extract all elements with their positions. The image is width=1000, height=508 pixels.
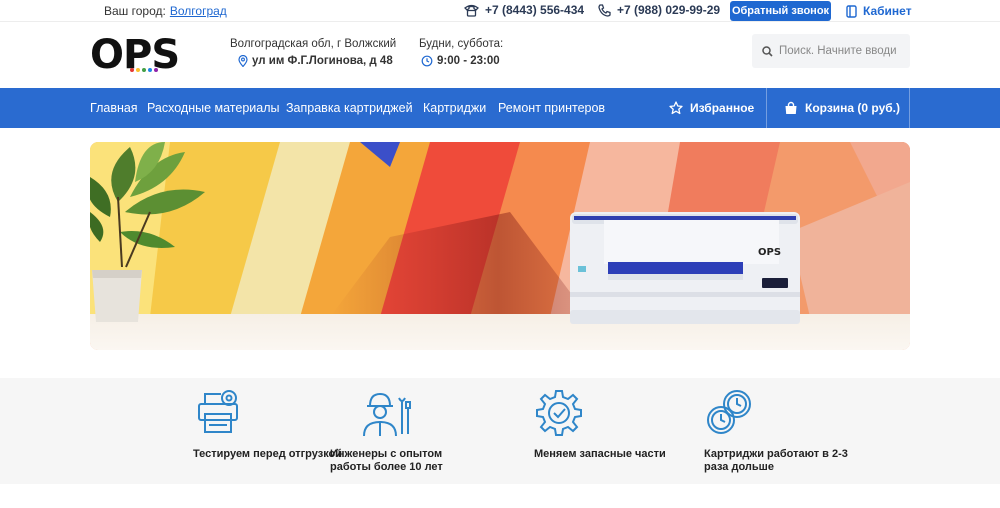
feature-engineers: Инженеры с опытом работы более 10 лет — [330, 378, 480, 484]
phone-1[interactable]: +7 (8443) 556-434 — [464, 3, 584, 17]
hours-days: Будни, суббота: — [419, 38, 504, 50]
svg-text:OPS: OPS — [90, 34, 179, 74]
printer-illustration: OPS — [570, 212, 800, 324]
address-street-text: ул им Ф.Г.Логинова, д 48 — [252, 55, 393, 67]
favorites-label: Избранное — [690, 101, 755, 115]
store-address: Волгоградская обл, г Волжский ул им Ф.Г.… — [230, 38, 396, 67]
main-nav: Главная Расходные материалы Заправка кар… — [0, 88, 1000, 128]
site-header: OPS Волгоградская обл, г Волжский ул им … — [0, 22, 1000, 88]
ops-logo[interactable]: OPS — [90, 34, 188, 74]
phone-2-number: +7 (988) 029-99-29 — [617, 3, 721, 17]
address-region: Волгоградская обл, г Волжский — [230, 38, 397, 50]
features-strip: Тестируем перед отгрузкой Инженеры с опы… — [0, 378, 1000, 484]
phone-2[interactable]: +7 (988) 029-99-29 — [598, 3, 720, 17]
phone-icon — [598, 3, 611, 17]
phone-1-number: +7 (8443) 556-434 — [485, 3, 585, 17]
phone-handset-icon — [464, 4, 479, 17]
location-pin-icon — [238, 55, 248, 67]
callback-button[interactable]: Обратный звонок — [730, 1, 831, 21]
favorites-link[interactable]: Избранное — [669, 88, 754, 128]
clocks-icon — [707, 390, 751, 434]
star-icon — [669, 101, 683, 115]
working-hours: Будни, суббота: 9:00 - 23:00 — [419, 38, 503, 67]
banner-image: OPS — [90, 142, 910, 350]
feature-cartridges-text: Картриджи работают в 2-3 раза дольше — [704, 448, 848, 473]
clock-icon — [421, 55, 433, 67]
promo-banner[interactable]: OPS — [90, 142, 910, 350]
cabinet-label: Кабинет — [863, 4, 912, 18]
gear-check-icon — [536, 390, 582, 436]
nav-divider — [766, 88, 767, 128]
city-link[interactable]: Волгоград — [170, 4, 227, 18]
nav-item-cartridges[interactable]: Картриджи — [423, 88, 486, 128]
engineer-tools-icon — [363, 392, 411, 437]
printer-gear-icon — [198, 390, 238, 433]
printer-brand-label: OPS — [758, 247, 781, 258]
nav-item-repair[interactable]: Ремонт принтеров — [498, 88, 605, 128]
nav-item-supplies[interactable]: Расходные материалы — [147, 88, 280, 128]
cart-link[interactable]: Корзина (0 руб.) — [784, 88, 900, 128]
hours-time: 9:00 - 23:00 — [419, 55, 503, 67]
address-street: ул им Ф.Г.Логинова, д 48 — [230, 55, 396, 67]
feature-testing-text: Тестируем перед отгрузкой — [193, 448, 343, 460]
cabinet-icon — [846, 4, 857, 18]
hours-time-text: 9:00 - 23:00 — [437, 55, 500, 67]
cart-label: Корзина (0 руб.) — [805, 101, 901, 115]
city-selector: Ваш город: Волгоград — [104, 4, 227, 18]
top-bar: Ваш город: Волгоград +7 (8443) 556-434 +7… — [0, 0, 1000, 22]
feature-cartridges: Картриджи работают в 2-3 раза дольше — [704, 378, 854, 484]
feature-parts: Меняем запасные части — [534, 378, 684, 484]
search-box — [752, 34, 910, 68]
nav-divider — [909, 88, 910, 128]
feature-parts-text: Меняем запасные части — [534, 448, 666, 460]
shopping-bag-icon — [785, 101, 797, 114]
feature-testing: Тестируем перед отгрузкой — [193, 378, 343, 484]
feature-engineers-text: Инженеры с опытом работы более 10 лет — [330, 448, 443, 473]
nav-item-refill[interactable]: Заправка картриджей — [286, 88, 413, 128]
city-label: Ваш город: — [104, 4, 166, 18]
search-input[interactable] — [779, 45, 903, 57]
cabinet-link[interactable]: Кабинет — [846, 4, 912, 18]
search-icon[interactable] — [762, 45, 773, 57]
nav-item-home[interactable]: Главная — [90, 88, 138, 128]
